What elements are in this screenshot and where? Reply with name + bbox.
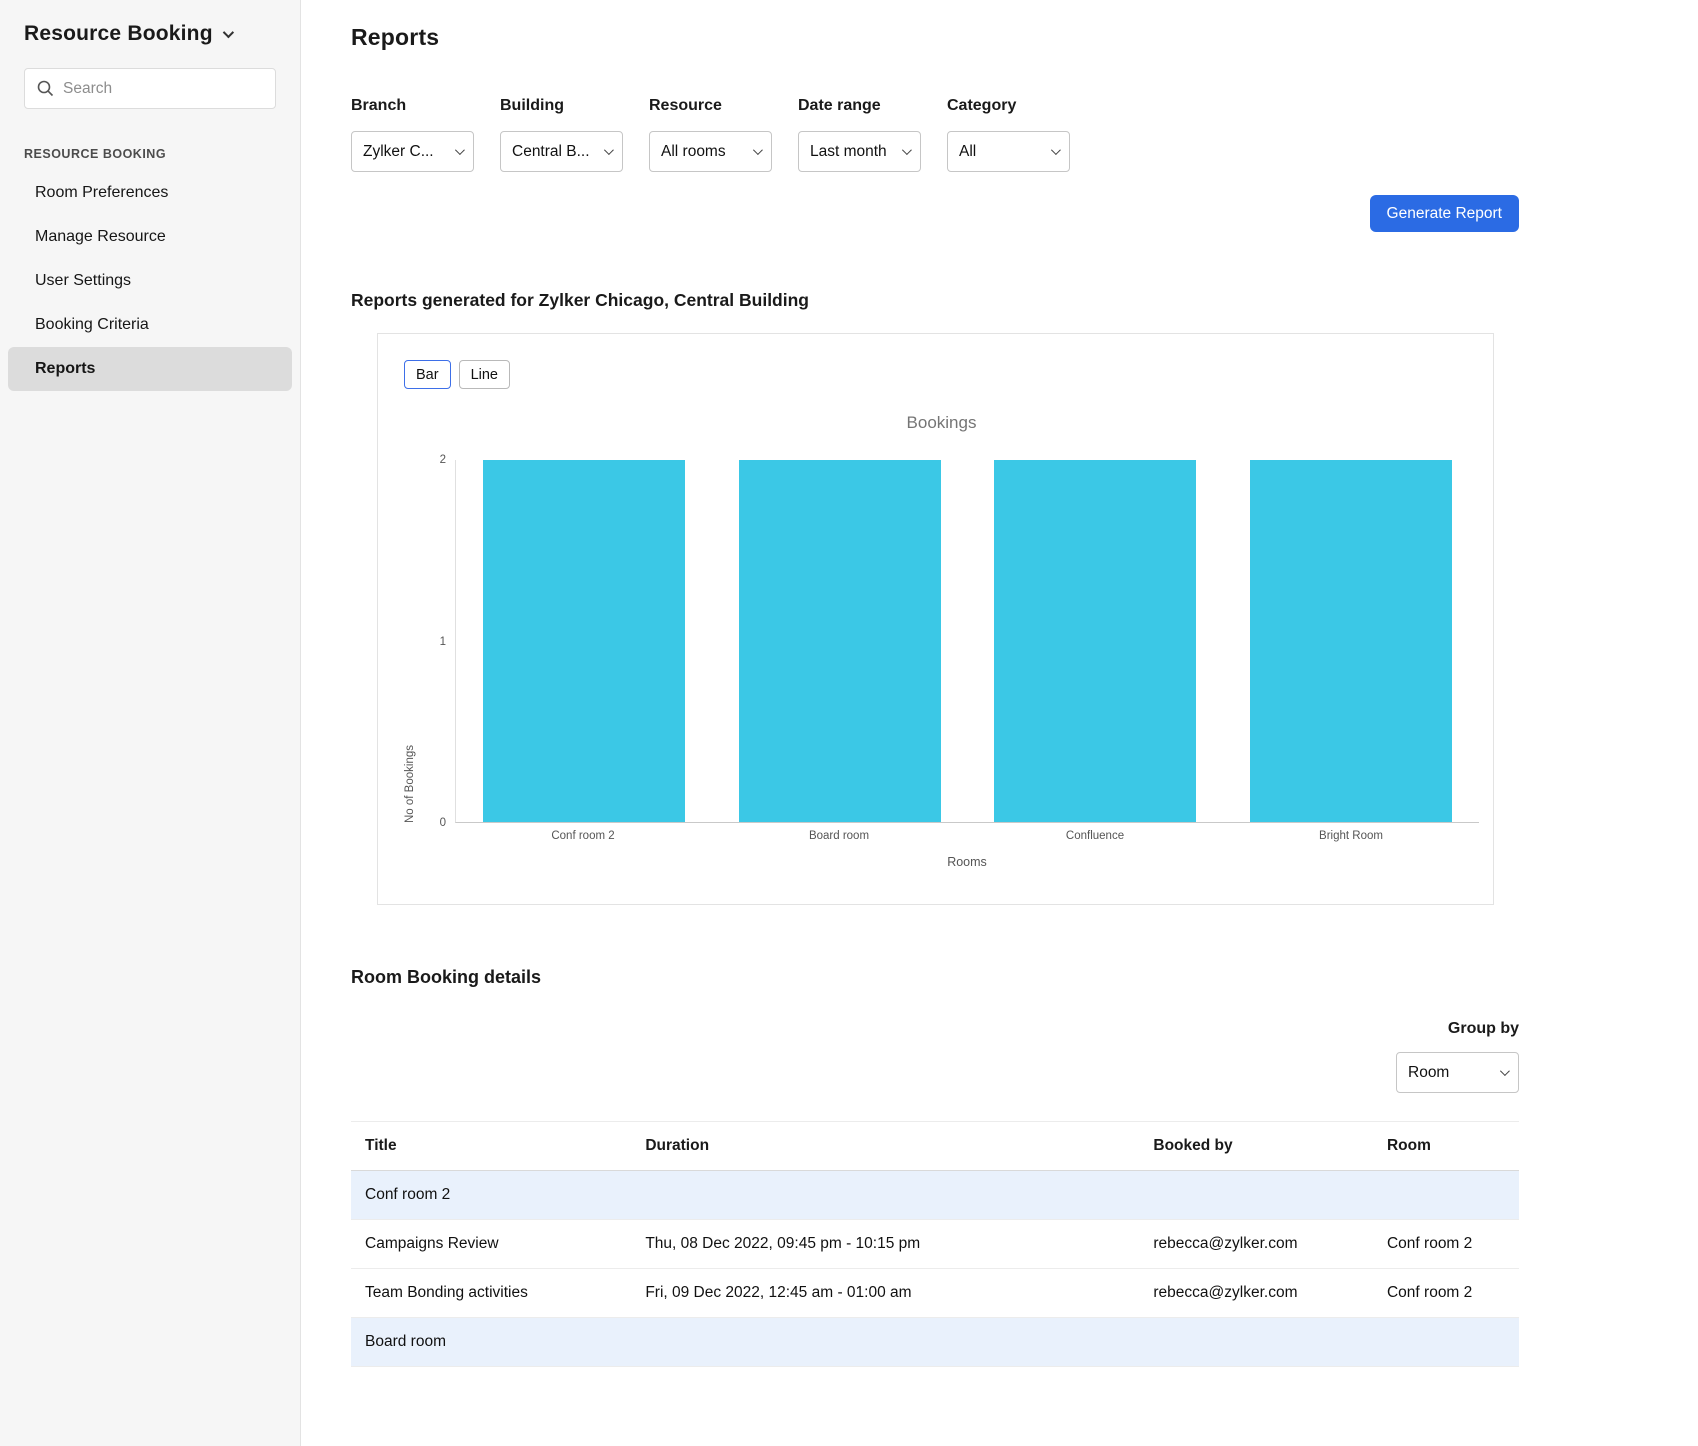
- sidebar-item-user-settings[interactable]: User Settings: [8, 259, 292, 303]
- group-by-select[interactable]: Room: [1396, 1052, 1519, 1093]
- cell-room: Conf room 2: [1373, 1269, 1519, 1318]
- chart-categories: Conf room 2Board roomConfluenceBright Ro…: [455, 830, 1479, 842]
- filter-label: Resource: [649, 97, 772, 115]
- search-box[interactable]: [24, 68, 276, 109]
- column-header-room: Room: [1373, 1122, 1519, 1171]
- chevron-down-icon: [902, 145, 912, 155]
- group-row-title: Conf room 2: [351, 1171, 1519, 1220]
- filter-label: Category: [947, 97, 1070, 115]
- chart-toggle-line[interactable]: Line: [459, 360, 510, 389]
- y-tick-label: 0: [440, 817, 446, 829]
- cell-duration: Fri, 09 Dec 2022, 12:45 am - 01:00 am: [631, 1269, 1139, 1318]
- chart-yticks: 012: [424, 460, 446, 823]
- group-row-title: Board room: [351, 1318, 1519, 1367]
- cell-booked-by: rebecca@zylker.com: [1139, 1220, 1373, 1269]
- group-by-label: Group by: [1448, 1020, 1519, 1038]
- chart-title: Bookings: [404, 413, 1479, 433]
- filter-select-resource[interactable]: All rooms: [649, 131, 772, 172]
- chevron-down-icon: [455, 145, 465, 155]
- x-tick-label: Conf room 2: [455, 830, 711, 842]
- cell-title: Campaigns Review: [351, 1220, 631, 1269]
- chart-bar-column: [712, 460, 968, 822]
- sidebar: Resource Booking RESOURCE BOOKING Room P…: [0, 0, 301, 1446]
- select-value: Room: [1408, 1064, 1494, 1082]
- app-title: Resource Booking: [24, 22, 213, 46]
- chevron-down-icon: [1500, 1066, 1510, 1076]
- chevron-down-icon: [1051, 145, 1061, 155]
- chart-bar-column: [456, 460, 712, 822]
- chart-bar-column: [1223, 460, 1479, 822]
- sidebar-nav: Room PreferencesManage ResourceUser Sett…: [0, 171, 300, 391]
- filter-branch: Branch Zylker C...: [351, 97, 474, 172]
- filter-label: Building: [500, 97, 623, 115]
- table-header-row: Title Duration Booked by Room: [351, 1122, 1519, 1171]
- column-header-title: Title: [351, 1122, 631, 1171]
- cell-duration: Thu, 08 Dec 2022, 09:45 pm - 10:15 pm: [631, 1220, 1139, 1269]
- filter-resource: Resource All rooms: [649, 97, 772, 172]
- filter-select-branch[interactable]: Zylker C...: [351, 131, 474, 172]
- filter-label: Date range: [798, 97, 921, 115]
- filter-building: Building Central B...: [500, 97, 623, 172]
- booking-details-heading: Room Booking details: [351, 967, 1519, 988]
- x-tick-label: Confluence: [967, 830, 1223, 842]
- cell-title: Team Bonding activities: [351, 1269, 631, 1318]
- app-switcher[interactable]: Resource Booking: [0, 22, 300, 46]
- search-icon: [37, 80, 54, 97]
- report-section-heading: Reports generated for Zylker Chicago, Ce…: [351, 290, 1519, 311]
- search-input[interactable]: [63, 80, 263, 98]
- cell-booked-by: rebecca@zylker.com: [1139, 1269, 1373, 1318]
- chevron-down-icon: [753, 145, 763, 155]
- filter-category: Category All: [947, 97, 1070, 172]
- select-value: Last month: [810, 143, 896, 161]
- chevron-down-icon: [604, 145, 614, 155]
- chart-toggle-bar[interactable]: Bar: [404, 360, 451, 389]
- x-tick-label: Bright Room: [1223, 830, 1479, 842]
- sidebar-item-booking-criteria[interactable]: Booking Criteria: [8, 303, 292, 347]
- group-by-control: Group by Room: [351, 1020, 1519, 1093]
- page-title: Reports: [351, 24, 1519, 51]
- chevron-down-icon: [222, 27, 233, 38]
- generate-report-button[interactable]: Generate Report: [1370, 195, 1519, 232]
- select-value: Zylker C...: [363, 143, 449, 161]
- chart-bar: [483, 460, 685, 822]
- filter-date-range: Date range Last month: [798, 97, 921, 172]
- sidebar-item-reports[interactable]: Reports: [8, 347, 292, 391]
- chart-card: Bar Line Bookings No of Bookings 012 Con…: [377, 333, 1494, 905]
- chart-y-axis-label: No of Bookings: [404, 460, 416, 823]
- chart-type-toggle: Bar Line: [404, 360, 1479, 389]
- booking-table: Title Duration Booked by Room Conf room …: [351, 1121, 1519, 1367]
- table-group-row: Conf room 2: [351, 1171, 1519, 1220]
- chart-bar-column: [968, 460, 1224, 822]
- sidebar-item-room-preferences[interactable]: Room Preferences: [8, 171, 292, 215]
- filter-label: Branch: [351, 97, 474, 115]
- select-value: Central B...: [512, 143, 598, 161]
- table-group-row: Board room: [351, 1318, 1519, 1367]
- filter-select-category[interactable]: All: [947, 131, 1070, 172]
- y-tick-label: 2: [440, 454, 446, 466]
- x-tick-label: Board room: [711, 830, 967, 842]
- chart-x-axis-label: Rooms: [455, 855, 1479, 869]
- filter-select-building[interactable]: Central B...: [500, 131, 623, 172]
- sidebar-section-label: RESOURCE BOOKING: [24, 147, 276, 161]
- main-content: Reports Branch Zylker C... Building Central…: [301, 0, 1698, 1446]
- select-value: All: [959, 143, 1045, 161]
- filter-select-date-range[interactable]: Last month: [798, 131, 921, 172]
- chart-plot: [455, 460, 1479, 823]
- chart-bar: [739, 460, 941, 822]
- cell-room: Conf room 2: [1373, 1220, 1519, 1269]
- column-header-duration: Duration: [631, 1122, 1139, 1171]
- booking-table-body: Conf room 2Campaigns ReviewThu, 08 Dec 2…: [351, 1171, 1519, 1367]
- y-tick-label: 1: [440, 636, 446, 648]
- select-value: All rooms: [661, 143, 747, 161]
- sidebar-item-manage-resource[interactable]: Manage Resource: [8, 215, 292, 259]
- chart-bar: [994, 460, 1196, 822]
- table-row: Team Bonding activitiesFri, 09 Dec 2022,…: [351, 1269, 1519, 1318]
- column-header-booked-by: Booked by: [1139, 1122, 1373, 1171]
- chart-bar: [1250, 460, 1452, 822]
- filters-row: Branch Zylker C... Building Central B... Res…: [351, 97, 1519, 172]
- table-row: Campaigns ReviewThu, 08 Dec 2022, 09:45 …: [351, 1220, 1519, 1269]
